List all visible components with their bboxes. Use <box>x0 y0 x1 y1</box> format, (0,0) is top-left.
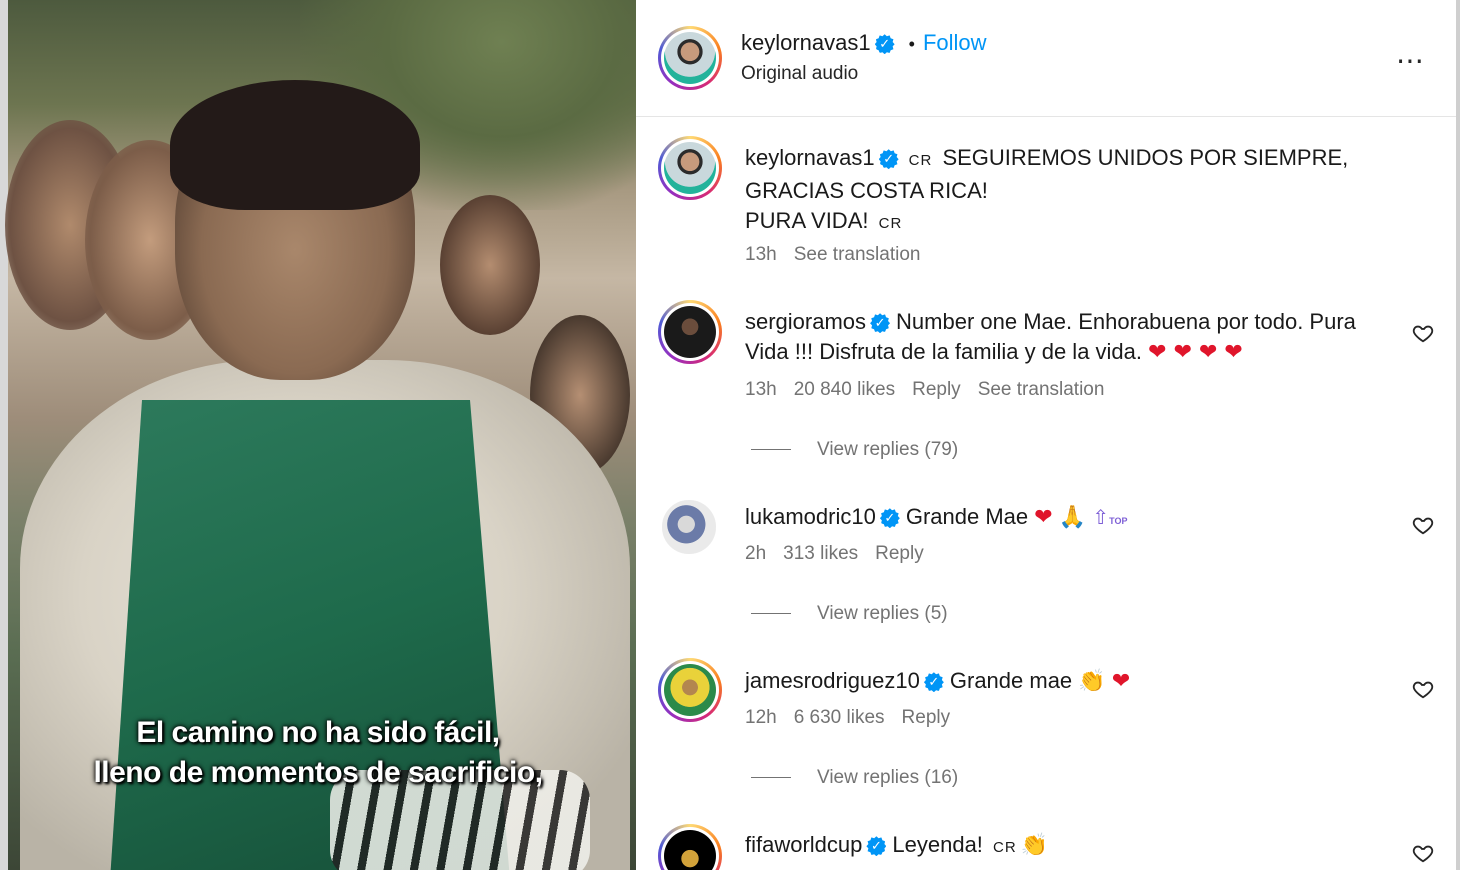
username-link[interactable]: keylornavas1 <box>741 30 871 55</box>
header-user-line: keylornavas1 ✓ • Follow <box>741 30 987 56</box>
timestamp[interactable]: 12h <box>745 707 777 728</box>
profile-photo <box>664 142 716 194</box>
avatar[interactable] <box>662 500 716 554</box>
username-link[interactable]: keylornavas1 <box>745 145 875 170</box>
profile-photo <box>664 32 716 84</box>
username-link[interactable]: fifaworldcup <box>745 832 862 857</box>
comment-item: sergioramos ✓ Number one Mae. Enhorabuena … <box>636 300 1456 470</box>
reply-button[interactable]: Reply <box>902 707 951 728</box>
timestamp[interactable]: 13h <box>745 379 777 400</box>
like-heart-icon[interactable] <box>1412 678 1434 700</box>
comment-text: lukamodric10 ✓ Grande Mae ❤ 🙏 ⇧TOP <box>745 502 1395 536</box>
follow-button[interactable]: Follow <box>923 30 987 55</box>
timestamp[interactable]: 13h <box>745 244 777 265</box>
see-translation-button[interactable]: See translation <box>978 379 1105 400</box>
folded-hands-emoji-icon: 🙏 <box>1058 505 1087 530</box>
verified-badge-icon: ✓ <box>870 313 891 334</box>
view-replies-button[interactable]: View replies (5) <box>751 603 948 625</box>
post-header: keylornavas1 ✓ • Follow Original audio ⋯ <box>636 0 1456 117</box>
verified-badge-icon: ✓ <box>866 836 887 857</box>
view-replies-button[interactable]: View replies (16) <box>751 767 958 789</box>
likes-count[interactable]: 6 630 likes <box>794 707 885 728</box>
comment-meta: 13h 20 840 likes Reply See translation <box>745 379 1121 401</box>
profile-photo <box>664 306 716 358</box>
replies-line <box>751 613 791 615</box>
avatar[interactable] <box>658 658 722 722</box>
timestamp[interactable]: 2h <box>745 543 766 564</box>
likes-count[interactable]: 20 840 likes <box>794 379 895 400</box>
costa-rica-flag-icon: CR <box>993 839 1017 856</box>
video-subtitle-line1: El camino no ha sido fácil, <box>136 716 500 749</box>
caption-text: keylornavas1 ✓ CR SEGUIREMOS UNIDOS POR SI… <box>745 143 1395 239</box>
video-subtitle-line2: lleno de momentos de sacrificio, <box>93 756 543 789</box>
username-link[interactable]: sergioramos <box>745 309 866 334</box>
clapping-hands-emoji-icon: 👏 <box>1020 833 1049 858</box>
verified-badge-icon: ✓ <box>923 672 944 693</box>
see-translation-button[interactable]: See translation <box>794 244 921 265</box>
comment-text: sergioramos ✓ Number one Mae. Enhorabuena … <box>745 307 1395 368</box>
avatar[interactable] <box>658 26 722 90</box>
comment-line1: Grande mae <box>949 668 1073 693</box>
reply-button[interactable]: Reply <box>912 379 961 400</box>
like-heart-icon[interactable] <box>1412 842 1434 864</box>
likes-count[interactable]: 313 likes <box>783 543 858 564</box>
avatar[interactable] <box>658 136 722 200</box>
verified-badge-icon: ✓ <box>879 508 900 529</box>
comment-item: jamesrodriguez10 ✓ Grande mae 👏 ❤ 12h 6 630… <box>636 658 1456 798</box>
comment-item: fifaworldcup ✓ Leyenda! CR 👏 <box>636 822 1456 870</box>
replies-line <box>751 449 791 451</box>
comment-item: lukamodric10 ✓ Grande Mae ❤ 🙏 ⇧TOP 2h 313 l… <box>636 498 1456 638</box>
caption-post: keylornavas1 ✓ CR SEGUIREMOS UNIDOS POR SI… <box>636 136 1456 276</box>
comment-text: fifaworldcup ✓ Leyenda! CR 👏 <box>745 830 1395 863</box>
view-replies-label: View replies (5) <box>817 603 948 624</box>
comment-line2: Vida !!! Disfruta de la familia y de la … <box>745 339 1143 364</box>
profile-photo <box>664 830 716 870</box>
avatar[interactable] <box>658 300 722 364</box>
verified-badge-icon: ✓ <box>874 34 895 55</box>
comment-meta: 2h 313 likes Reply <box>745 543 941 565</box>
profile-photo <box>662 500 716 554</box>
top-arrow-emoji-icon: ⇧ <box>1092 505 1110 529</box>
clapping-hands-emoji-icon: 👏 <box>1078 669 1106 694</box>
more-options-icon[interactable]: ⋯ <box>1396 44 1425 77</box>
like-heart-icon[interactable] <box>1412 322 1434 344</box>
child-hair <box>170 80 420 210</box>
avatar[interactable] <box>658 824 722 870</box>
background-child <box>440 195 540 335</box>
comment-meta: 12h 6 630 likes Reply <box>745 707 967 729</box>
separator-dot: • <box>908 34 915 54</box>
caption-line2: GRACIAS COSTA RICA! <box>745 178 988 203</box>
window-edge <box>1456 0 1460 870</box>
view-replies-label: View replies (16) <box>817 767 959 788</box>
costa-rica-flag-icon: CR <box>908 152 933 169</box>
caption-line3: PURA VIDA! <box>745 208 869 233</box>
comment-line1: Grande Mae <box>905 504 1029 529</box>
top-arrow-label: TOP <box>1109 516 1128 526</box>
video-player[interactable]: El camino no ha sido fácil, lleno de mom… <box>0 0 636 870</box>
audio-link[interactable]: Original audio <box>741 63 858 85</box>
username-link[interactable]: jamesrodriguez10 <box>745 668 920 693</box>
reply-button[interactable]: Reply <box>875 543 924 564</box>
red-heart-emoji-icon: ❤ <box>1111 669 1131 694</box>
like-heart-icon[interactable] <box>1412 514 1434 536</box>
caption-line1: SEGUIREMOS UNIDOS POR SIEMPRE, <box>942 145 1349 170</box>
profile-photo <box>664 664 716 716</box>
replies-line <box>751 777 791 779</box>
view-replies-label: View replies (79) <box>817 439 959 460</box>
comment-text: jamesrodriguez10 ✓ Grande mae 👏 ❤ <box>745 666 1395 697</box>
post-side-panel: keylornavas1 ✓ • Follow Original audio ⋯ ke… <box>636 0 1456 870</box>
caption-meta: 13h See translation <box>745 244 937 266</box>
comment-line1: Leyenda! <box>892 832 983 857</box>
red-heart-emoji-icon: ❤ ❤ ❤ ❤ <box>1148 340 1243 365</box>
username-link[interactable]: lukamodric10 <box>745 504 876 529</box>
verified-badge-icon: ✓ <box>878 149 899 170</box>
red-heart-emoji-icon: ❤ <box>1034 505 1053 530</box>
costa-rica-flag-icon: CR <box>878 215 903 232</box>
view-replies-button[interactable]: View replies (79) <box>751 439 958 461</box>
comment-line1: Number one Mae. Enhorabuena por todo. Pu… <box>896 309 1356 334</box>
